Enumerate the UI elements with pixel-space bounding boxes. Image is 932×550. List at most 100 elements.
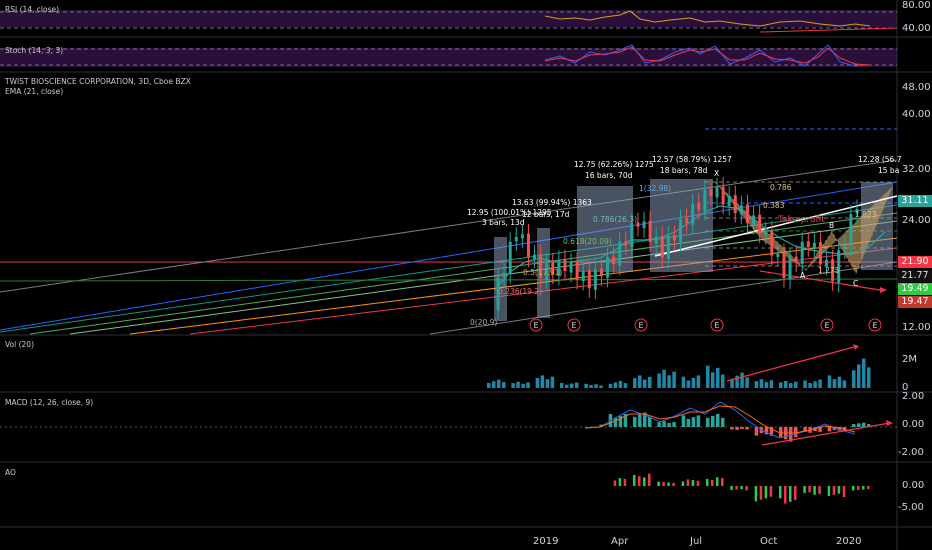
macd-histogram-bar bbox=[613, 417, 618, 427]
volume-bar bbox=[521, 383, 525, 388]
annotation-measure-3: 12.75 (62.26%) 1275 bbox=[574, 160, 654, 169]
macd-histogram-bar bbox=[862, 422, 866, 427]
volume-bar bbox=[794, 381, 798, 388]
price-tick-12: 12.00 bbox=[902, 322, 931, 333]
candle-body bbox=[618, 241, 622, 266]
take-profit-label: Take profit bbox=[778, 215, 825, 225]
volume-bar bbox=[502, 382, 506, 388]
macd-histogram-bar bbox=[686, 418, 691, 427]
ao-histogram-bar bbox=[667, 482, 670, 486]
volume-bar bbox=[516, 381, 520, 388]
price-tag-dark-red: 19.47 bbox=[898, 296, 932, 308]
volume-bar bbox=[827, 375, 832, 388]
ao-histogram-bar bbox=[837, 486, 841, 494]
ao-histogram-bar bbox=[862, 486, 865, 490]
candle-body bbox=[745, 204, 749, 224]
candle-body bbox=[709, 189, 713, 196]
volume-bar bbox=[657, 373, 661, 388]
volume-bar bbox=[867, 367, 871, 388]
harmonic-point-b: B bbox=[829, 221, 835, 230]
time-label-jul: Jul bbox=[690, 536, 703, 547]
volume-bar bbox=[789, 383, 793, 388]
candle-body bbox=[593, 269, 597, 290]
vol-title[interactable]: Vol (20) bbox=[5, 340, 34, 349]
volume-bar bbox=[754, 381, 759, 388]
volume-bar bbox=[769, 380, 774, 388]
price-tag-red: 21.90 bbox=[898, 256, 932, 268]
annotation-measure-4: 12.57 (58.79%) 1257 bbox=[652, 155, 732, 164]
ao-histogram-bar bbox=[735, 486, 738, 490]
volume-bar bbox=[540, 375, 545, 388]
candle-body bbox=[666, 235, 670, 259]
candle-body bbox=[733, 195, 737, 214]
macd-histogram-bar bbox=[696, 415, 701, 427]
macd-title[interactable]: MACD (12, 26, close, 9) bbox=[5, 398, 93, 407]
volume-bar bbox=[570, 383, 574, 388]
ao-histogram-bar bbox=[633, 474, 636, 486]
rsi-tick-80: 80.00 bbox=[902, 0, 931, 11]
candle-body bbox=[770, 230, 774, 256]
macd-histogram-bar bbox=[740, 427, 744, 430]
candle-body bbox=[606, 257, 610, 278]
macd-histogram-bar bbox=[667, 422, 671, 427]
annotation-measure-4-bars: 18 bars, 78d bbox=[660, 166, 708, 175]
ao-histogram-bar bbox=[818, 486, 821, 494]
ao-histogram-bar bbox=[721, 478, 724, 486]
candle-body bbox=[660, 236, 664, 258]
candle-body bbox=[703, 189, 707, 211]
candle-body bbox=[575, 261, 579, 280]
rsi-tick-40: 40.00 bbox=[902, 23, 931, 34]
ao-histogram-bar bbox=[691, 480, 695, 486]
volume-bar bbox=[618, 381, 623, 388]
volume-bar bbox=[842, 380, 847, 388]
time-label-oct: Oct bbox=[760, 536, 778, 547]
volume-bar bbox=[740, 372, 744, 388]
time-label-apr: Apr bbox=[611, 536, 629, 547]
volume-bar bbox=[648, 376, 652, 388]
macd-histogram-bar bbox=[852, 423, 856, 427]
volume-bar bbox=[832, 379, 837, 388]
ao-histogram-bar bbox=[852, 486, 855, 491]
symbol-title[interactable]: TWIST BIOSCIENCE CORPORATION, 3D, Cboe B… bbox=[5, 77, 191, 86]
fib-level-618: 0.618(20.09) bbox=[563, 237, 612, 246]
ao-histogram-bar bbox=[623, 478, 627, 486]
macd-histogram-bar bbox=[691, 417, 696, 427]
volume-bar bbox=[608, 383, 613, 388]
candle-body bbox=[825, 259, 829, 266]
macd-histogram-bar bbox=[794, 427, 798, 438]
volume-bar bbox=[721, 374, 725, 388]
candle-body bbox=[587, 270, 591, 289]
macd-histogram-bar bbox=[745, 427, 749, 430]
ema-title[interactable]: EMA (21, close) bbox=[5, 87, 63, 96]
candle-body bbox=[672, 235, 676, 241]
ao-title[interactable]: AO bbox=[5, 468, 16, 477]
volume-bar bbox=[594, 384, 598, 388]
main-price-pane: EEEEEE bbox=[0, 128, 898, 335]
rsi-title: RSI (14, close) bbox=[5, 5, 60, 14]
harmonic-point-a: A bbox=[800, 271, 806, 280]
ao-histogram-bar bbox=[784, 486, 787, 504]
candle-body bbox=[648, 220, 652, 243]
candle-body bbox=[685, 218, 689, 224]
macd-histogram-bar bbox=[721, 417, 725, 427]
macd-histogram-bar bbox=[672, 422, 676, 427]
stoch-title: Stoch (14, 3, 3) bbox=[5, 46, 64, 55]
ao-histogram-bar bbox=[745, 486, 748, 491]
ao-histogram-bar bbox=[657, 481, 660, 486]
macd-tick-neg2: -2.00 bbox=[898, 447, 924, 458]
candle-body bbox=[630, 223, 634, 247]
ao-histogram-bar bbox=[813, 486, 816, 495]
earnings-marker-label: E bbox=[638, 321, 643, 330]
candle-body bbox=[739, 205, 743, 215]
volume-bar bbox=[638, 375, 642, 388]
volume-bar bbox=[662, 369, 666, 388]
earnings-marker-label: E bbox=[824, 321, 829, 330]
macd-histogram-bar bbox=[706, 417, 710, 427]
volume-bar bbox=[706, 365, 710, 388]
ao-histogram-bar bbox=[842, 486, 846, 497]
ao-histogram-bar bbox=[794, 486, 797, 501]
annotation-measure-5: 12.28 (56.7 bbox=[858, 155, 902, 164]
ao-histogram-bar bbox=[779, 486, 782, 499]
harmonic-ratio-786: 0.786 bbox=[770, 183, 792, 192]
macd-histogram-bar bbox=[681, 415, 686, 427]
